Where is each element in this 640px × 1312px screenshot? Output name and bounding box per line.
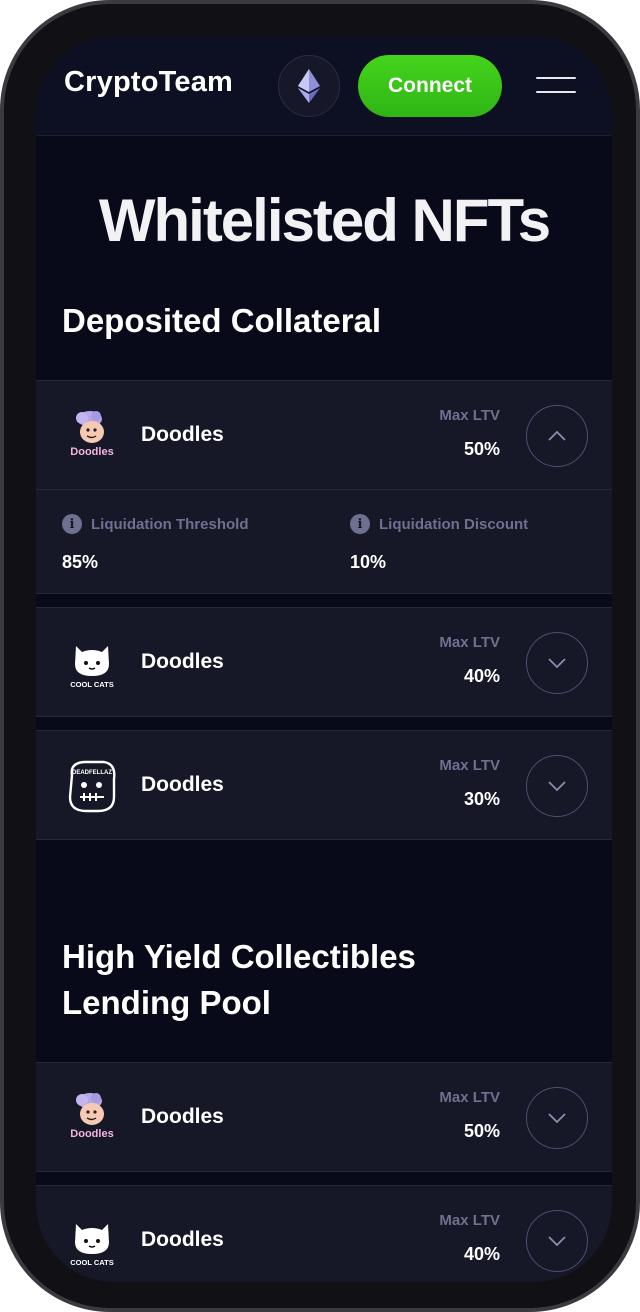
- collection-name: Doodles: [141, 1105, 224, 1128]
- collection-name: Doodles: [141, 773, 224, 796]
- max-ltv-value: 50%: [463, 439, 500, 459]
- pool-card[interactable]: COOL CATS Doodles Max LTV 40%: [36, 1185, 612, 1282]
- connect-button[interactable]: Connect: [358, 55, 502, 117]
- collection-name: Doodles: [141, 1228, 224, 1251]
- liquidation-discount-text: Liquidation Discount: [379, 515, 529, 533]
- max-ltv-label: Max LTV: [439, 1089, 500, 1106]
- info-icon[interactable]: i: [62, 514, 82, 534]
- collateral-card[interactable]: DEADFELLAZ Doodles Max LTV 30%: [36, 730, 612, 840]
- collapse-button[interactable]: [526, 405, 588, 467]
- page-title: Whitelisted NFTs: [98, 187, 551, 254]
- liquidation-threshold-value: 85%: [62, 552, 99, 572]
- max-ltv-label: Max LTV: [439, 634, 500, 651]
- expand-button[interactable]: [526, 755, 588, 817]
- expand-button[interactable]: [526, 1087, 588, 1149]
- liquidation-discount-value: 10%: [350, 552, 387, 572]
- section-title-line: Lending Pool: [62, 984, 271, 1021]
- chevron-down-icon: [548, 658, 566, 669]
- chevron-down-icon: [548, 1236, 566, 1247]
- cool-cats-logo-text: COOL CATS: [70, 680, 113, 689]
- top-nav: CryptoTeam Connect: [36, 36, 612, 136]
- menu-line: [536, 91, 576, 93]
- pool-card[interactable]: Doodles Doodles Max LTV 50%: [36, 1062, 612, 1172]
- cool-cats-logo: COOL CATS: [70, 646, 114, 689]
- collateral-card[interactable]: COOL CATS Doodles Max LTV 40%: [36, 607, 612, 717]
- collateral-details: i Liquidation Threshold 85% i Liquidatio…: [36, 490, 612, 594]
- doodles-logo: Doodles: [70, 1093, 114, 1140]
- max-ltv-value: 30%: [463, 789, 500, 809]
- chevron-down-icon: [548, 1113, 566, 1124]
- menu-line: [536, 77, 576, 79]
- network-button[interactable]: [278, 55, 340, 117]
- brand-logo[interactable]: CryptoTeam: [64, 66, 233, 99]
- deadfellaz-logo: DEADFELLAZ: [68, 760, 116, 813]
- chevron-down-icon: [548, 781, 566, 792]
- section-title-deposited-collateral: Deposited Collateral: [62, 302, 382, 339]
- section-title-high-yield-pool: High Yield Collectibles Lending Pool: [62, 934, 416, 1026]
- collection-name: Doodles: [141, 650, 224, 673]
- max-ltv-value: 40%: [463, 666, 500, 686]
- liquidation-discount-label: i Liquidation Discount: [350, 514, 528, 534]
- phone-frame: CryptoTeam Connect Whitelisted NFTs Depo…: [0, 0, 640, 1312]
- doodles-logo-text: Doodles: [70, 446, 113, 458]
- max-ltv-value: 50%: [463, 1121, 500, 1141]
- collection-name: Doodles: [141, 423, 224, 446]
- info-icon[interactable]: i: [350, 514, 370, 534]
- section-title-line: High Yield Collectibles: [62, 938, 416, 975]
- cool-cats-logo-text: COOL CATS: [70, 1258, 113, 1267]
- doodles-logo: Doodles: [70, 411, 114, 458]
- liquidation-threshold-label: i Liquidation Threshold: [62, 514, 249, 534]
- max-ltv-label: Max LTV: [439, 1212, 500, 1229]
- max-ltv-label: Max LTV: [439, 407, 500, 424]
- cool-cats-logo: COOL CATS: [70, 1224, 114, 1267]
- liquidation-threshold-text: Liquidation Threshold: [91, 515, 249, 533]
- screen: CryptoTeam Connect Whitelisted NFTs Depo…: [36, 36, 612, 1282]
- expand-button[interactable]: [526, 632, 588, 694]
- hamburger-menu-icon[interactable]: [536, 74, 576, 96]
- max-ltv-value: 40%: [463, 1244, 500, 1264]
- deadfellaz-logo-text: DEADFELLAZ: [72, 770, 112, 776]
- doodles-logo-text: Doodles: [70, 1128, 113, 1140]
- max-ltv-label: Max LTV: [439, 757, 500, 774]
- ethereum-icon: [298, 69, 320, 103]
- collateral-card[interactable]: Doodles Doodles Max LTV 50%: [36, 380, 612, 490]
- expand-button[interactable]: [526, 1210, 588, 1272]
- chevron-up-icon: [548, 430, 566, 441]
